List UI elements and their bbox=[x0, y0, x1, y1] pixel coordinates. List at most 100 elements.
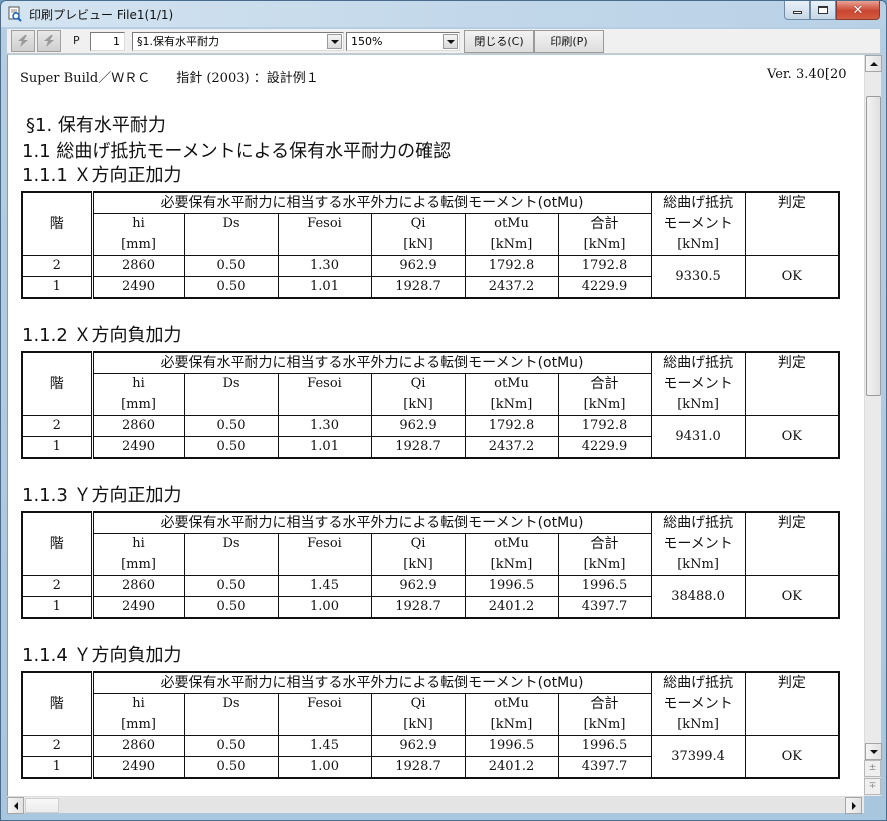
ds-header: Ds bbox=[183, 533, 279, 555]
hi-cell: 2490 bbox=[91, 596, 185, 619]
close-icon: ✕ bbox=[852, 2, 864, 18]
otmu-cell: 2437.2 bbox=[464, 436, 559, 459]
zoom-select[interactable]: 150% bbox=[346, 32, 460, 51]
resist-moment-header-2: モーメント bbox=[650, 213, 746, 235]
page-number-input[interactable]: 1 bbox=[90, 32, 125, 51]
arrow-up-icon bbox=[869, 61, 878, 66]
fesoi-header: Fesoi bbox=[277, 693, 372, 715]
next-page-button[interactable] bbox=[37, 30, 61, 52]
hi-header: hi bbox=[91, 373, 185, 395]
zoom-dropdown-arrow[interactable] bbox=[443, 34, 458, 49]
hi-cell: 2860 bbox=[91, 255, 185, 277]
print-preview-icon bbox=[8, 6, 22, 22]
maximize-button[interactable] bbox=[810, 1, 836, 20]
story-header: 階 bbox=[21, 351, 94, 416]
story-cell: 2 bbox=[21, 735, 94, 757]
ds-cell: 0.50 bbox=[183, 255, 279, 277]
fesoi-cell: 1.45 bbox=[277, 575, 372, 597]
ds-cell: 0.50 bbox=[183, 596, 279, 619]
qi-unit: [kN] bbox=[370, 234, 466, 256]
hi-cell: 2490 bbox=[91, 756, 185, 779]
result-table: 階 必要保有水平耐力に相当する水平外力による転倒モーメント(otMu) 総曲げ抵… bbox=[21, 671, 841, 779]
chevron-down-icon bbox=[446, 39, 455, 44]
otmu-unit: [kNm] bbox=[464, 714, 559, 736]
section-title: §1. 保有水平耐力 bbox=[26, 115, 166, 136]
qi-cell: 1928.7 bbox=[370, 436, 466, 459]
table-title: 1.1.3 Ｙ方向正加力 bbox=[22, 485, 182, 506]
otmu-header: otMu bbox=[464, 373, 559, 395]
minimize-icon bbox=[792, 11, 802, 14]
ds-cell: 0.50 bbox=[183, 415, 279, 437]
close-window-button[interactable]: ✕ bbox=[836, 1, 880, 20]
resist-moment-unit: [kNm] bbox=[650, 554, 746, 576]
qi-cell: 1928.7 bbox=[370, 596, 466, 619]
ds-header: Ds bbox=[183, 373, 279, 395]
fesoi-unit bbox=[277, 234, 372, 256]
qi-cell: 962.9 bbox=[370, 415, 466, 437]
print-button[interactable]: 印刷(P) bbox=[534, 30, 604, 53]
otmu-header: otMu bbox=[464, 533, 559, 555]
preview-viewport: Super Build／ＷＲＣ 指針 (2003) ：設計例１ Ver. 3.4… bbox=[7, 55, 864, 796]
title-bar[interactable]: 印刷プレビュー File1(1/1) ✕ bbox=[1, 1, 886, 27]
vertical-scrollbar[interactable] bbox=[864, 55, 882, 796]
story-cell: 1 bbox=[21, 596, 94, 619]
toolbar: P 1 §1.保有水平耐力 150% 閉じる(C) 印刷(P) bbox=[7, 29, 880, 54]
next-page-jump-button[interactable]: ∓ bbox=[864, 778, 881, 795]
overturning-moment-group-header: 必要保有水平耐力に相当する水平外力による転倒モーメント(otMu) bbox=[91, 671, 652, 694]
close-button[interactable]: 閉じる(C) bbox=[464, 30, 534, 53]
fesoi-cell: 1.30 bbox=[277, 415, 372, 437]
total-header: 合計 bbox=[557, 213, 652, 235]
resist-moment-unit: [kNm] bbox=[650, 234, 746, 256]
hi-cell: 2860 bbox=[91, 575, 185, 597]
otmu-cell: 2437.2 bbox=[464, 276, 559, 299]
fesoi-header: Fesoi bbox=[277, 213, 372, 235]
fesoi-cell: 1.00 bbox=[277, 596, 372, 619]
qi-cell: 962.9 bbox=[370, 255, 466, 277]
scroll-up-button[interactable] bbox=[865, 55, 882, 72]
arrow-right-icon bbox=[851, 801, 856, 810]
total-cell: 1792.8 bbox=[557, 415, 652, 437]
ds-cell: 0.50 bbox=[183, 756, 279, 779]
previous-page-button[interactable] bbox=[11, 30, 35, 52]
resist-moment-cell: 9431.0 bbox=[650, 415, 746, 459]
print-preview-window: 印刷プレビュー File1(1/1) ✕ P 1 §1.保有水平耐力 150% … bbox=[0, 0, 887, 821]
scroll-left-button[interactable] bbox=[7, 797, 24, 814]
judge-header: 判定 bbox=[744, 191, 840, 256]
previous-page-jump-button[interactable]: ± bbox=[864, 760, 881, 777]
ds-header: Ds bbox=[183, 693, 279, 715]
resist-moment-header-1: 総曲げ抵抗 bbox=[650, 191, 746, 214]
fesoi-cell: 1.45 bbox=[277, 735, 372, 757]
table-row: 2 2860 0.50 1.45 962.9 1996.5 1996.5 384… bbox=[21, 575, 840, 619]
fesoi-cell: 1.30 bbox=[277, 255, 372, 277]
minimize-button[interactable] bbox=[784, 1, 810, 20]
judge-header: 判定 bbox=[744, 511, 840, 576]
otmu-unit: [kNm] bbox=[464, 394, 559, 416]
horizontal-scroll-thumb[interactable] bbox=[25, 798, 59, 813]
judge-cell: OK bbox=[744, 255, 840, 299]
total-unit: [kNm] bbox=[557, 554, 652, 576]
otmu-cell: 1792.8 bbox=[464, 255, 559, 277]
story-cell: 1 bbox=[21, 436, 94, 459]
judge-cell: OK bbox=[744, 415, 840, 459]
ds-cell: 0.50 bbox=[183, 436, 279, 459]
qi-header: Qi bbox=[370, 373, 466, 395]
qi-unit: [kN] bbox=[370, 714, 466, 736]
scroll-down-button[interactable] bbox=[865, 743, 882, 760]
horizontal-scroll-track[interactable] bbox=[59, 798, 845, 813]
table-title: 1.1.4 Ｙ方向負加力 bbox=[22, 645, 182, 666]
fesoi-unit bbox=[277, 714, 372, 736]
qi-header: Qi bbox=[370, 693, 466, 715]
section-dropdown-arrow[interactable] bbox=[327, 34, 342, 49]
hi-cell: 2860 bbox=[91, 735, 185, 757]
vertical-scroll-thumb[interactable] bbox=[866, 96, 881, 396]
ds-unit bbox=[183, 714, 279, 736]
scroll-right-button[interactable] bbox=[845, 797, 862, 814]
otmu-cell: 1792.8 bbox=[464, 415, 559, 437]
total-cell: 4229.9 bbox=[557, 436, 652, 459]
section-select[interactable]: §1.保有水平耐力 bbox=[132, 32, 344, 51]
hi-unit: [mm] bbox=[91, 714, 185, 736]
overturning-moment-group-header: 必要保有水平耐力に相当する水平外力による転倒モーメント(otMu) bbox=[91, 511, 652, 534]
story-header: 階 bbox=[21, 191, 94, 256]
horizontal-scrollbar[interactable] bbox=[7, 796, 864, 814]
qi-unit: [kN] bbox=[370, 394, 466, 416]
